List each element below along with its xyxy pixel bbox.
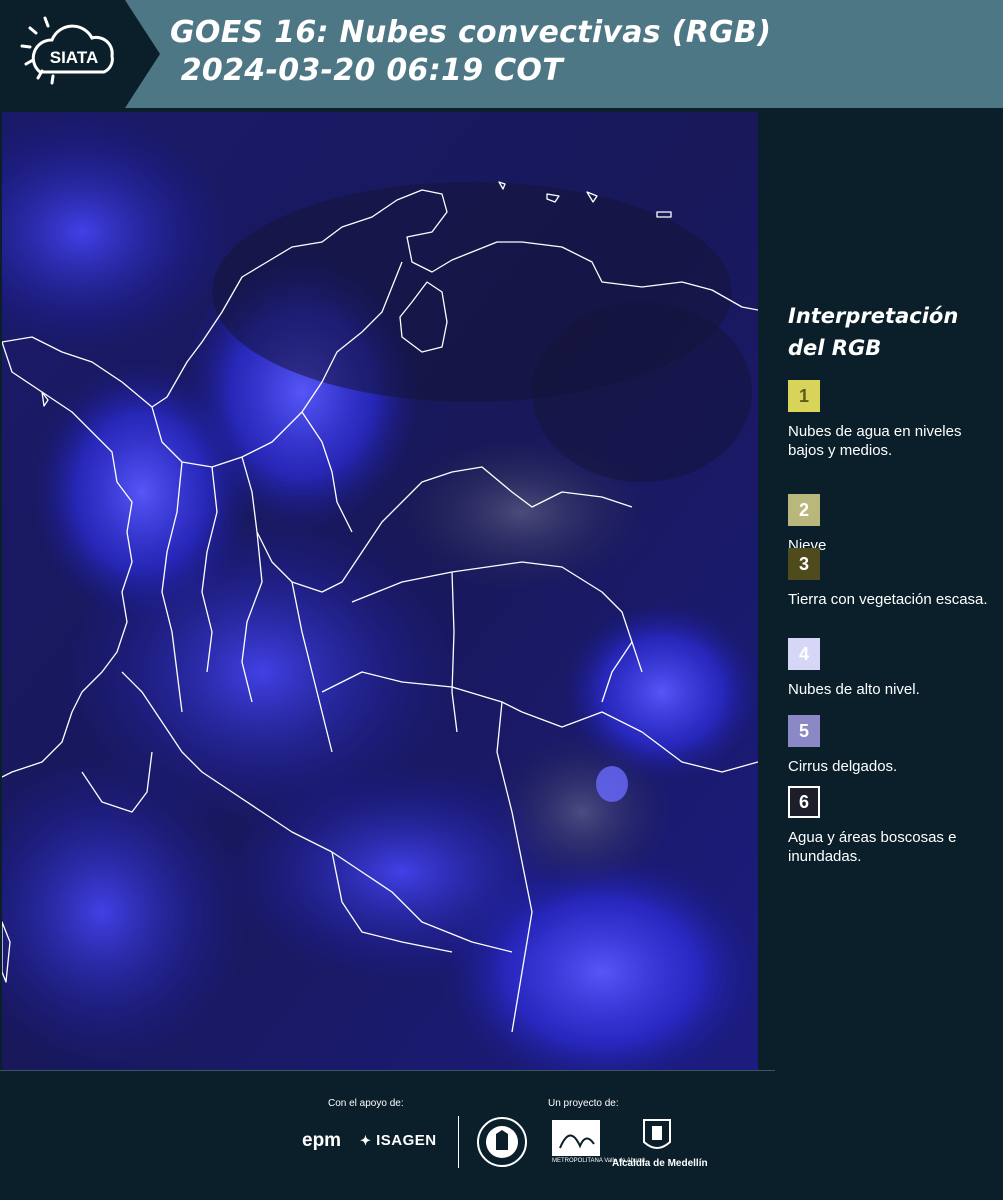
- support-label: Con el apoyo de:: [328, 1098, 404, 1109]
- legend-item: 1 Nubes de agua en niveles bajos y medios…: [788, 380, 988, 460]
- legend-swatch: 5: [788, 715, 820, 747]
- epm-logo: epm: [302, 1130, 342, 1151]
- title-line-2: 2024-03-20 06:19 COT: [170, 53, 564, 88]
- isagen-icon: ✦: [360, 1133, 372, 1148]
- title-line-1: GOES 16: Nubes convectivas (RGB): [170, 15, 772, 50]
- legend-swatch: 3: [788, 548, 820, 580]
- project-label: Un proyecto de:: [548, 1098, 619, 1109]
- header-bar: SIATA GOES 16: Nubes convectivas (RGB) 2…: [0, 0, 1003, 108]
- area-metropolitana-logo: [552, 1120, 600, 1156]
- legend-swatch: 2: [788, 494, 820, 526]
- legend-item: 6 Agua y áreas boscosas e inundadas.: [788, 786, 988, 866]
- legend-panel: Interpretación del RGB 1 Nubes de agua en…: [758, 108, 1003, 1070]
- legend-item: 2 Nieve: [788, 494, 988, 555]
- legend-label: Nubes de alto nivel.: [788, 681, 920, 698]
- alcaldia-medellin-shield-icon: [643, 1119, 671, 1149]
- alcaldia-label: Alcaldía de Medellín: [612, 1158, 708, 1169]
- legend-swatch: 4: [788, 638, 820, 670]
- page-title: GOES 16: Nubes convectivas (RGB) 2024-03…: [170, 14, 771, 90]
- medellin-seal-icon: [477, 1117, 527, 1167]
- satellite-map: [2, 112, 758, 1070]
- footer-divider-line: [0, 1070, 775, 1071]
- legend-item: 5 Cirrus delgados.: [788, 715, 988, 776]
- legend-label: Agua y áreas boscosas e inundadas.: [788, 829, 957, 865]
- siata-logo: SIATA: [0, 0, 160, 108]
- legend-swatch: 1: [788, 380, 820, 412]
- legend-label: Tierra con vegetación escasa.: [788, 591, 988, 608]
- legend-item: 4 Nubes de alto nivel.: [788, 638, 988, 699]
- legend-item: 3 Tierra con vegetación escasa.: [788, 548, 988, 609]
- logo-text: SIATA: [50, 48, 98, 67]
- footer: Con el apoyo de: epm ✦ ISAGEN Un proyect…: [0, 1070, 1003, 1200]
- legend-title: Interpretación del RGB: [788, 304, 959, 360]
- legend-swatch: 6: [788, 786, 820, 818]
- legend-label: Cirrus delgados.: [788, 758, 898, 775]
- isagen-logo: ✦ ISAGEN: [360, 1132, 437, 1149]
- legend-label: Nubes de agua en niveles bajos y medios.: [788, 423, 962, 459]
- logo-divider: [458, 1116, 459, 1168]
- isagen-text: ISAGEN: [376, 1132, 437, 1149]
